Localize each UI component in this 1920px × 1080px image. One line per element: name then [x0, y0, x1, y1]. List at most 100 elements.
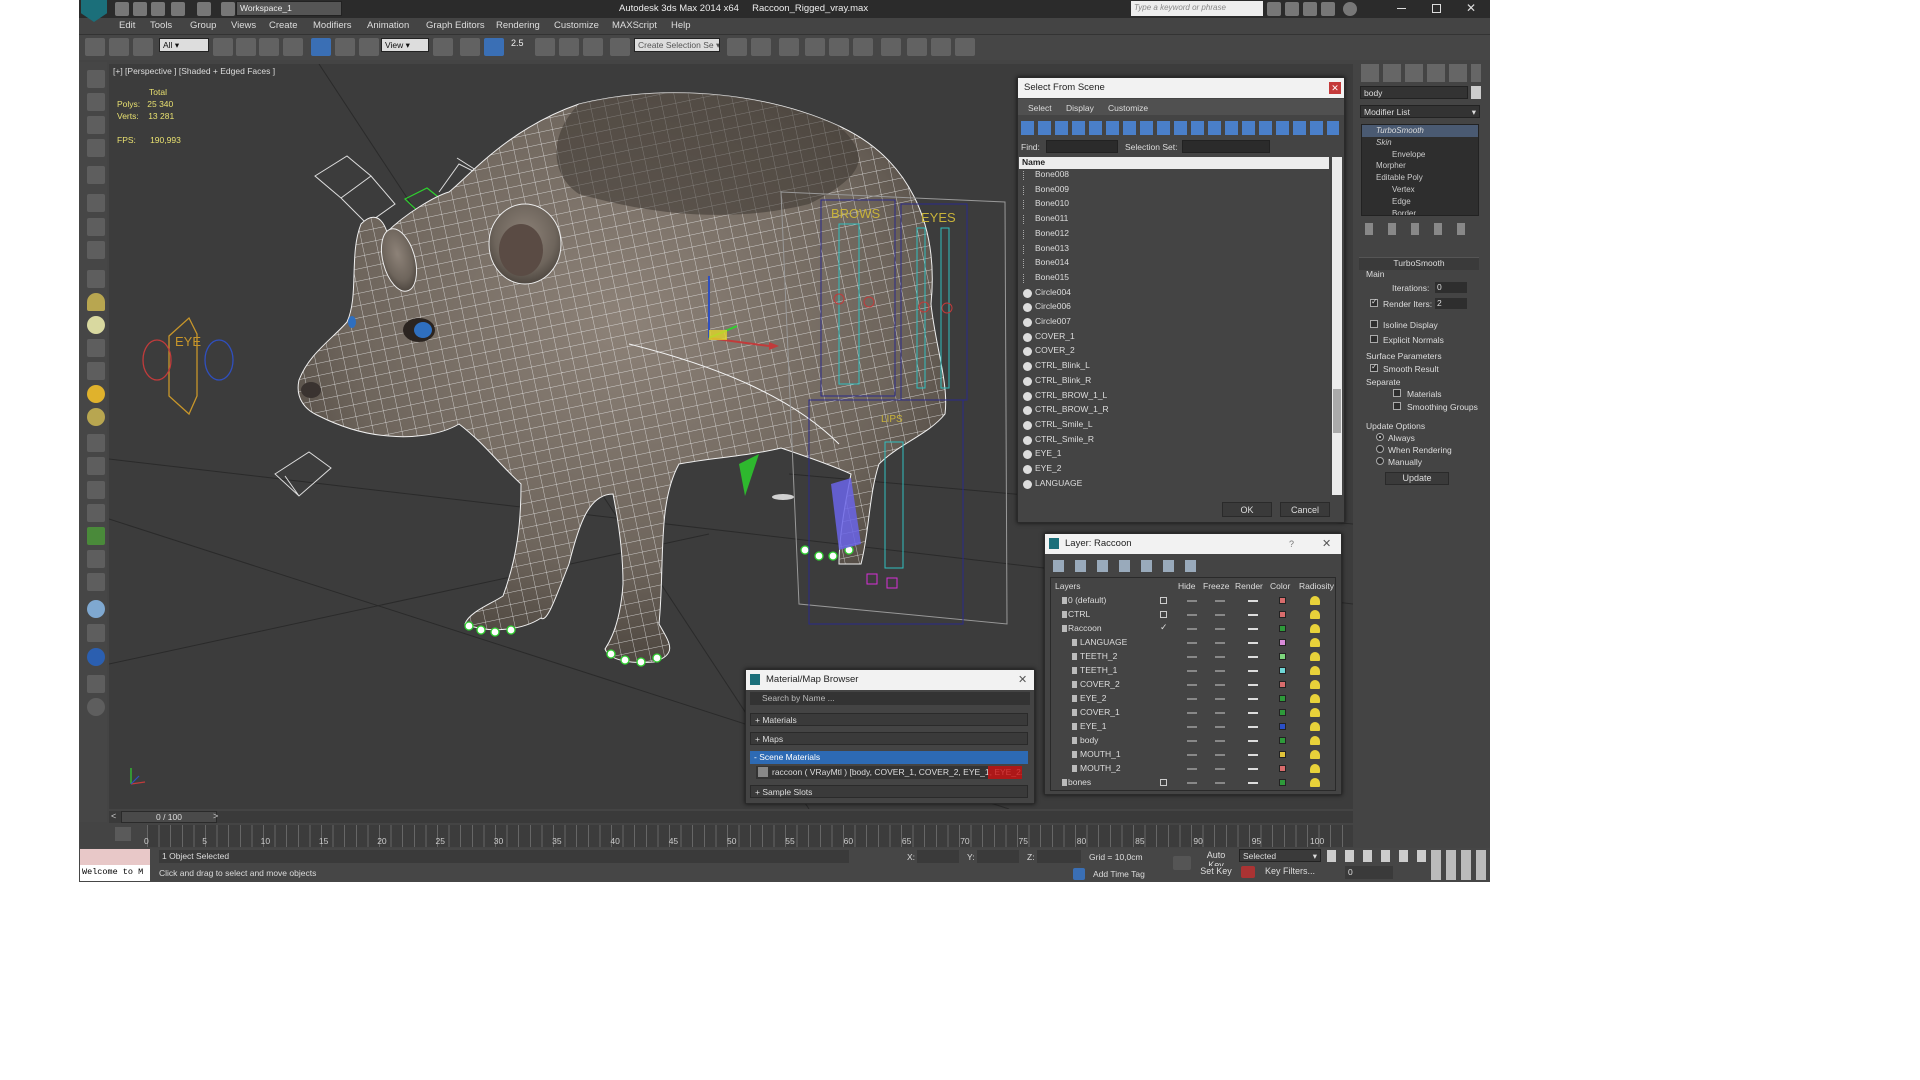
help-icon[interactable]	[1343, 2, 1357, 16]
menu-help[interactable]: Help	[671, 20, 691, 31]
material-editor-icon[interactable]	[881, 38, 901, 56]
wrap-icon[interactable]	[87, 504, 105, 522]
particles-icon[interactable]	[87, 434, 105, 452]
modifier-stack-item[interactable]: Edge	[1392, 197, 1411, 206]
layer-row[interactable]: COVER_2	[1052, 678, 1335, 692]
menu-tools[interactable]: Tools	[150, 20, 172, 31]
render-toggle[interactable]	[1248, 600, 1258, 602]
time-slider-next[interactable]: >	[213, 811, 218, 821]
section-materials[interactable]: + Materials	[750, 713, 1028, 726]
update-manually-radio[interactable]	[1376, 457, 1384, 465]
lock-selection-icon[interactable]	[871, 850, 883, 862]
freeze-toggle[interactable]	[1215, 740, 1225, 742]
radiosity-icon[interactable]	[1310, 764, 1320, 773]
hide-toggle[interactable]	[1187, 670, 1197, 672]
scene-object-item[interactable]: Circle004	[1021, 287, 1327, 302]
scene-object-item[interactable]: Circle007	[1021, 316, 1327, 331]
layer-row[interactable]: MOUTH_1	[1052, 748, 1335, 762]
layer-color-swatch[interactable]	[1279, 695, 1286, 702]
render-toggle[interactable]	[1248, 628, 1258, 630]
freeze-toggle[interactable]	[1215, 726, 1225, 728]
layer-row[interactable]: TEETH_1	[1052, 664, 1335, 678]
smoothing-groups-checkbox[interactable]	[1393, 402, 1401, 410]
layer-color-swatch[interactable]	[1279, 765, 1286, 772]
communication-icon[interactable]	[1303, 2, 1317, 16]
radiosity-icon[interactable]	[1310, 666, 1320, 675]
radiosity-icon[interactable]	[1310, 596, 1320, 605]
scene-object-item[interactable]: Bone012	[1021, 228, 1327, 243]
selection-set-dropdown[interactable]	[1182, 140, 1270, 153]
radiosity-icon[interactable]	[1310, 652, 1320, 661]
freeze-toggle[interactable]	[1215, 698, 1225, 700]
time-slider[interactable]: < 0 / 100 >	[109, 811, 1353, 823]
snaps-toggle[interactable]: 2.5	[511, 38, 524, 48]
current-layer-checkbox[interactable]	[1160, 611, 1167, 618]
audio-icon[interactable]	[87, 218, 105, 236]
layer-color-swatch[interactable]	[1279, 779, 1286, 786]
filter-toolbar[interactable]	[1021, 121, 1339, 135]
material-search-input[interactable]: Search by Name ...	[750, 692, 1030, 705]
layer-row[interactable]: 0 (default)	[1052, 594, 1335, 608]
select-and-move-icon[interactable]	[311, 38, 331, 56]
z-coordinate-field[interactable]	[1037, 850, 1081, 863]
col-hide[interactable]: Hide	[1178, 581, 1195, 591]
layer-color-swatch[interactable]	[1279, 653, 1286, 660]
freeze-toggle[interactable]	[1215, 754, 1225, 756]
layer-row[interactable]: COVER_1	[1052, 706, 1335, 720]
scene-object-item[interactable]: CTRL_Blink_L	[1021, 360, 1327, 375]
radiosity-icon[interactable]	[1310, 750, 1320, 759]
sphere-icon[interactable]	[87, 316, 105, 334]
layer-row[interactable]: body	[1052, 734, 1335, 748]
scene-object-item[interactable]: COVER_1	[1021, 331, 1327, 346]
layer-help-button[interactable]: ?	[1289, 539, 1294, 549]
info-icon[interactable]	[87, 698, 105, 716]
app-logo[interactable]	[81, 0, 107, 22]
sfs-menu-customize[interactable]: Customize	[1108, 103, 1148, 113]
scene-material-item[interactable]: raccoon ( VRayMtl ) [body, COVER_1, COVE…	[756, 766, 1022, 779]
layer-close-button[interactable]: ✕	[1322, 537, 1331, 550]
layer-dialog-header[interactable]: Layer: Raccoon	[1045, 534, 1341, 554]
col-color[interactable]: Color	[1270, 581, 1290, 591]
modifier-stack-item[interactable]: Vertex	[1392, 185, 1415, 194]
name-column-header[interactable]: Name	[1019, 157, 1329, 169]
ok-button[interactable]: OK	[1222, 502, 1272, 517]
close-window-button[interactable]: ✕	[1466, 1, 1476, 15]
select-and-rotate-icon[interactable]	[335, 38, 355, 56]
scene-object-item[interactable]: COVER_2	[1021, 345, 1327, 360]
modifier-stack-item[interactable]: Skin	[1376, 138, 1392, 147]
material-sphere-icon[interactable]	[87, 600, 105, 618]
col-layers[interactable]: Layers	[1055, 581, 1081, 591]
freeze-toggle[interactable]	[1215, 684, 1225, 686]
mirror-icon[interactable]	[727, 38, 747, 56]
open-file-icon[interactable]	[133, 2, 147, 16]
teapot-icon[interactable]	[87, 339, 105, 357]
key-filters-button[interactable]: Key Filters...	[1259, 866, 1321, 879]
favorites-icon[interactable]	[1321, 2, 1335, 16]
freeze-toggle[interactable]	[1215, 656, 1225, 658]
render-production-icon[interactable]	[955, 38, 975, 56]
workspace-dropdown[interactable]: Workspace_1	[236, 1, 342, 16]
material-browser-close[interactable]: ✕	[1018, 673, 1027, 686]
render-toggle[interactable]	[1248, 726, 1258, 728]
dialog-close-button[interactable]: ✕	[1329, 82, 1341, 94]
render-toggle[interactable]	[1248, 642, 1258, 644]
cloth-icon[interactable]	[87, 573, 105, 591]
update-when-rendering-radio[interactable]	[1376, 445, 1384, 453]
hide-toggle[interactable]	[1187, 600, 1197, 602]
current-layer-checkbox[interactable]	[1160, 597, 1167, 604]
maxscript-mini-listener[interactable]: Welcome to M	[80, 865, 150, 881]
maximize-button[interactable]	[1432, 4, 1441, 13]
radiosity-icon[interactable]	[1310, 694, 1320, 703]
modifier-stack-item[interactable]: Editable Poly	[1376, 173, 1423, 182]
viewport-nav-controls[interactable]	[1431, 850, 1487, 880]
freeze-toggle[interactable]	[1215, 642, 1225, 644]
layer-color-swatch[interactable]	[1279, 737, 1286, 744]
cancel-button[interactable]: Cancel	[1280, 502, 1330, 517]
helpers-icon[interactable]	[87, 194, 105, 212]
update-always-radio[interactable]	[1376, 433, 1384, 441]
radiosity-icon[interactable]	[1310, 624, 1320, 633]
layer-row[interactable]: bones	[1052, 776, 1335, 790]
freeze-toggle[interactable]	[1215, 670, 1225, 672]
layer-color-swatch[interactable]	[1279, 709, 1286, 716]
camera-icon[interactable]	[87, 241, 105, 259]
